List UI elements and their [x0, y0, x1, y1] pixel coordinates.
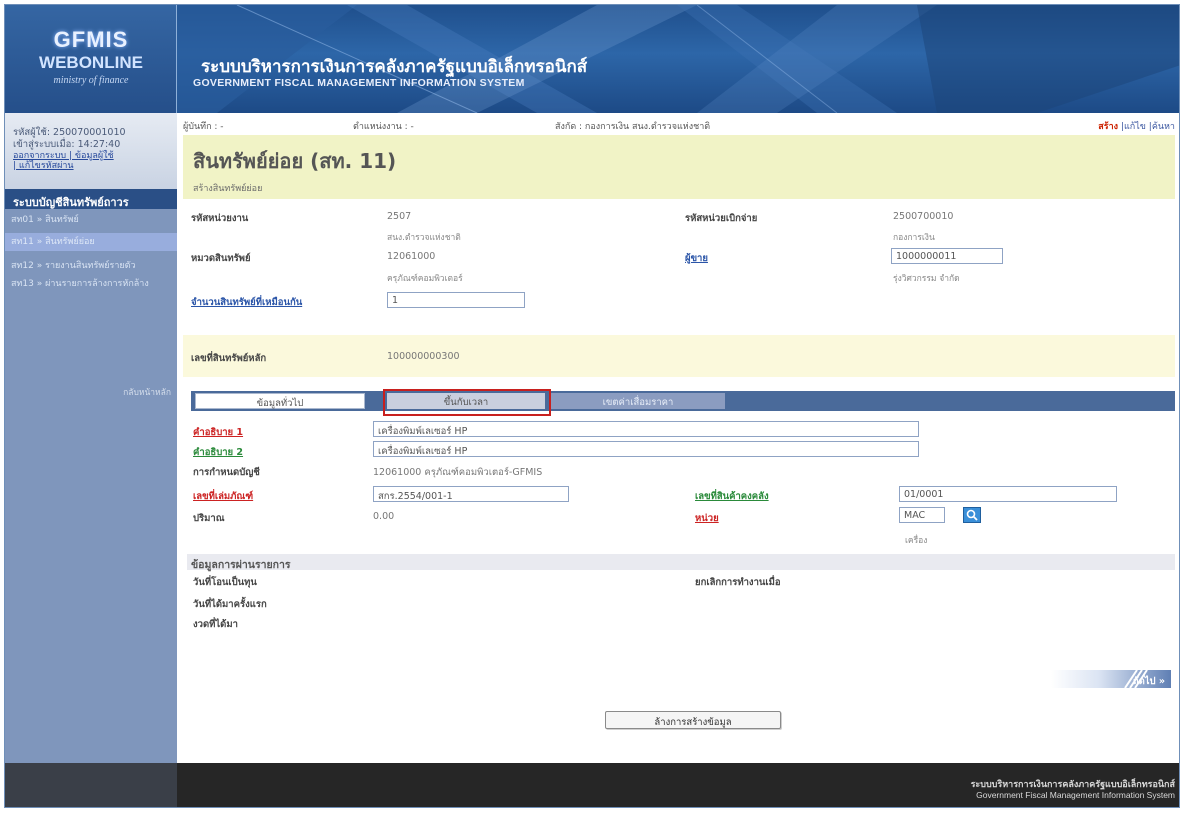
description1-input[interactable]: เครื่องพิมพ์เลเซอร์ HP: [373, 421, 919, 437]
first-acquisition-label: วันที่ได้มาครั้งแรก: [193, 599, 267, 610]
unit-input[interactable]: MAC: [899, 507, 945, 523]
search-link[interactable]: |ค้นหา: [1149, 122, 1175, 132]
main-asset-no-label: เลขที่สินทรัพย์หลัก: [191, 353, 267, 364]
page-header-box: สินทรัพย์ย่อย (สท. 11) สร้างสินทรัพย์ย่อ…: [183, 135, 1175, 199]
sidebar-item-st11[interactable]: สท11 » สินทรัพย์ย่อย: [5, 233, 177, 251]
left-sidebar: รหัสผู้ใช้: 250070001010 เข้าสู่ระบบเมื่…: [5, 113, 177, 763]
asset-class-label: หมวดสินทรัพย์: [191, 253, 251, 264]
tab-depreciation[interactable]: เขตค่าเสื่อมราคา: [551, 393, 725, 409]
posting-info-header: ข้อมูลการผ่านรายการ: [187, 554, 1175, 571]
back-to-home-link[interactable]: กลับหน้าหลัก: [123, 385, 171, 399]
next-button[interactable]: ถัดไป »: [1051, 670, 1171, 688]
search-lookup-icon[interactable]: [963, 507, 981, 523]
next-button-label: ถัดไป »: [1132, 676, 1165, 687]
gfmis-logo: GFMIS WEBONLINE ministry of finance: [5, 5, 177, 113]
footer-title-thai: ระบบบริหารการเงินการคลังภาครัฐแบบอิเล็กท…: [970, 780, 1175, 790]
unit-link[interactable]: หน่วย: [695, 511, 719, 526]
magnifier-icon: [966, 509, 978, 521]
tab-bar: ข้อมูลทั่วไป ขึ้นกับเวลา เขตค่าเสื่อมราค…: [191, 391, 1175, 411]
description1-link[interactable]: คำอธิบาย 1: [193, 425, 243, 440]
app-window: GFMIS WEBONLINE ministry of finance ระบบ…: [4, 4, 1180, 808]
change-password-link[interactable]: | แก้ไขรหัสผ่าน: [13, 161, 173, 171]
vendor-link[interactable]: ผู้ขาย: [685, 251, 708, 266]
gl-assignment-value: 12061000 ครุภัณฑ์คอมพิวเตอร์-GFMIS: [373, 467, 543, 478]
app-footer: ระบบบริหารการเงินการคลังภาครัฐแบบอิเล็กท…: [5, 763, 1179, 807]
description2-link[interactable]: คำอธิบาย 2: [193, 445, 243, 460]
footer-left-panel: [5, 763, 177, 807]
agency-code-label: รหัสหน่วยงาน: [191, 213, 249, 224]
stock-no-link[interactable]: เลขที่สินค้าคงคลัง: [695, 489, 769, 504]
deactivation-label: ยกเลิกการทำงานเมื่อ: [695, 577, 781, 588]
user-info-panel: รหัสผู้ใช้: 250070001010 เข้าสู่ระบบเมื่…: [5, 113, 177, 189]
edit-link[interactable]: |แก้ไข: [1121, 122, 1146, 132]
mode-links: สร้าง |แก้ไข |ค้นหา: [1098, 119, 1175, 133]
asset-class-name: ครุภัณฑ์คอมพิวเตอร์: [387, 274, 463, 284]
sidebar-menu-title: ระบบบัญชีสินทรัพย์ถาวร: [5, 189, 177, 209]
acquisition-period-label: งวดที่ได้มา: [193, 619, 238, 630]
sidebar-item-st12[interactable]: สท12 » รายงานสินทรัพย์รายตัว: [5, 259, 177, 273]
system-title-english: GOVERNMENT FISCAL MANAGEMENT INFORMATION…: [193, 77, 525, 89]
disbursing-unit-name: กองการเงิน: [893, 233, 935, 243]
login-time: เข้าสู่ระบบเมื่อ: 14:27:40: [13, 139, 121, 150]
logo-gfmis-text: GFMIS: [53, 27, 129, 52]
asset-count-link[interactable]: จำนวนสินทรัพย์ที่เหมือนกัน: [191, 295, 302, 310]
main-asset-no-value: 100000000300: [387, 351, 460, 362]
clear-creation-button[interactable]: ล้างการสร้างข้อมูล: [605, 711, 781, 729]
capitalization-date-label: วันที่โอนเป็นทุน: [193, 577, 257, 588]
affiliation-label: สังกัด : กองการเงิน สนง.ตำรวจแห่งชาติ: [555, 122, 711, 132]
gl-assignment-label: การกำหนดบัญชี: [193, 467, 260, 478]
disbursing-unit-label: รหัสหน่วยเบิกจ่าย: [685, 213, 758, 224]
app-header: GFMIS WEBONLINE ministry of finance ระบบ…: [5, 5, 1179, 113]
quantity-label: ปริมาณ: [193, 513, 225, 524]
agency-name-value: สนง.ตำรวจแห่งชาติ: [387, 233, 461, 243]
asset-count-input[interactable]: 1: [387, 292, 525, 308]
recorder-label: ผู้บันทึก : -: [183, 122, 224, 132]
inventory-no-link[interactable]: เลขที่เล่มภัณฑ์: [193, 489, 253, 504]
unit-label: ตำแหน่งงาน : -: [353, 122, 414, 132]
quantity-value: 0.00: [373, 511, 395, 522]
tab-general[interactable]: ข้อมูลทั่วไป: [195, 393, 365, 409]
system-title-thai: ระบบบริหารการเงินการคลังภาครัฐแบบอิเล็กท…: [201, 57, 588, 77]
sidebar-item-st13[interactable]: สท13 » ผ่านรายการล้างการหักล้าง: [5, 277, 171, 303]
main-asset-number-row: เลขที่สินทรัพย์หลัก 100000000300: [183, 335, 1175, 377]
logo-webonline-text: WEBONLINE: [39, 53, 143, 72]
footer-title-english: Government Fiscal Management Information…: [976, 790, 1175, 800]
agency-code-value: 2507: [387, 211, 412, 222]
page-subtitle: สร้างสินทรัพย์ย่อย: [193, 184, 263, 194]
main-content: ผู้บันทึก : - ตำแหน่งงาน : - สังกัด : กอ…: [177, 113, 1179, 763]
asset-class-value: 12061000: [387, 251, 436, 262]
stock-no-input[interactable]: 01/0001: [899, 486, 1117, 502]
unit-name: เครื่อง: [905, 536, 928, 546]
description2-input[interactable]: เครื่องพิมพ์เลเซอร์ HP: [373, 441, 919, 457]
page-title: สินทรัพย์ย่อย (สท. 11): [193, 149, 397, 173]
info-bar: ผู้บันทึก : - ตำแหน่งงาน : - สังกัด : กอ…: [177, 113, 1179, 135]
disbursing-unit-value: 2500700010: [893, 211, 954, 222]
vendor-input[interactable]: 1000000011: [891, 248, 1003, 264]
logout-link[interactable]: ออกจากระบบ | ข้อมูลผู้ใช้: [13, 151, 173, 161]
tab-highlight-box: [383, 389, 551, 416]
vendor-name: รุ่งวิศวกรรม จำกัด: [893, 274, 960, 284]
sidebar-item-st01[interactable]: สท01 » สินทรัพย์: [5, 213, 177, 227]
inventory-no-input[interactable]: สกร.2554/001-1: [373, 486, 569, 502]
user-id: รหัสผู้ใช้: 250070001010: [13, 127, 126, 138]
create-link[interactable]: สร้าง: [1098, 122, 1118, 132]
logo-ministry-text: ministry of finance: [53, 75, 129, 86]
